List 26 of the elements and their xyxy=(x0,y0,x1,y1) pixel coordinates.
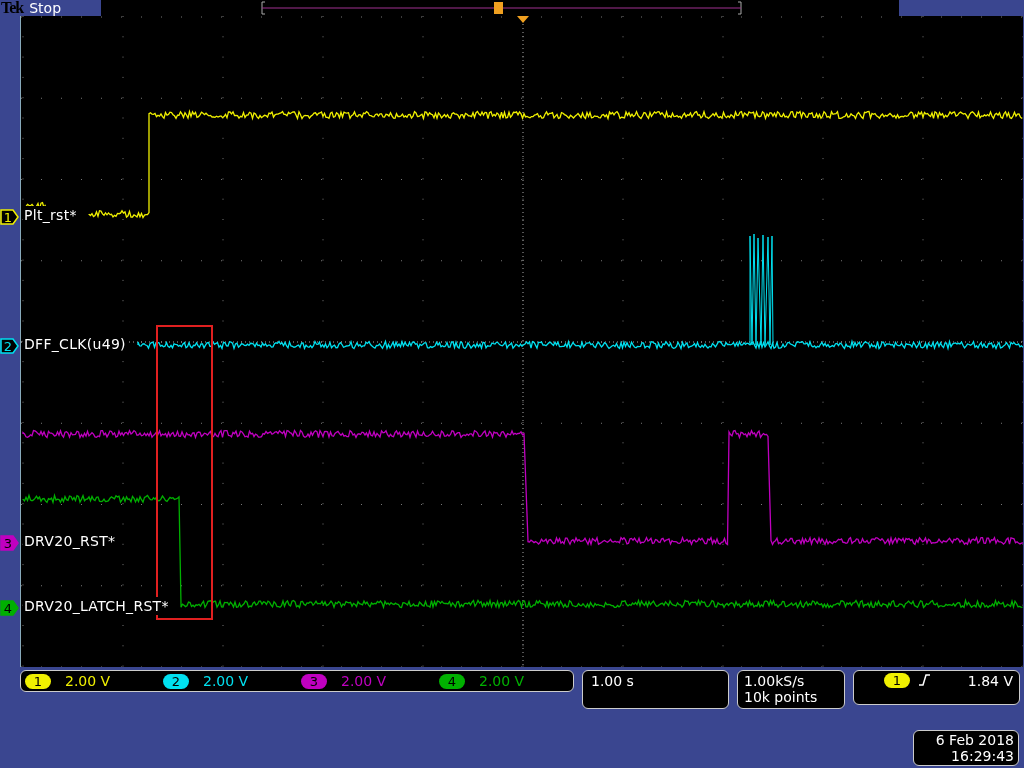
channel-scale: 2.00 V xyxy=(203,673,249,689)
trigger-source-badge[interactable]: 1 xyxy=(884,673,910,688)
date-text: 6 Feb 2018 xyxy=(935,732,1014,748)
channel-scale: 2.00 V xyxy=(341,673,387,689)
timebase-scale: 1.00 s xyxy=(591,673,634,689)
channel-badge[interactable]: 3 xyxy=(301,673,327,689)
channel-marker: 1 xyxy=(0,209,20,225)
time-text: 16:29:43 xyxy=(951,748,1014,764)
channel-label: Plt_rst* xyxy=(23,206,78,224)
channel-label: DRV20_LATCH_RST* xyxy=(23,597,170,615)
brand-label: Tek xyxy=(1,0,24,16)
acquisition-status: Stop xyxy=(29,0,63,16)
channel-badge[interactable]: 1 xyxy=(25,673,51,689)
rising-edge-icon xyxy=(918,673,931,687)
channel-scale: 2.00 V xyxy=(65,673,111,689)
channel-marker: 3 xyxy=(0,535,20,551)
record-length: 10k points xyxy=(744,689,819,705)
trigger-level: 1.84 V xyxy=(967,673,1013,689)
sample-rate: 1.00kS/s xyxy=(744,673,806,689)
channel-label: DFF_CLK(u49) xyxy=(23,335,127,353)
trigger-position-icon xyxy=(494,2,504,14)
channel-badge[interactable]: 2 xyxy=(163,673,189,689)
channel-marker: 4 xyxy=(0,600,20,616)
channel-scale: 2.00 V xyxy=(479,673,525,689)
channel-marker: 2 xyxy=(0,338,20,354)
channel-badge[interactable]: 4 xyxy=(439,673,465,689)
